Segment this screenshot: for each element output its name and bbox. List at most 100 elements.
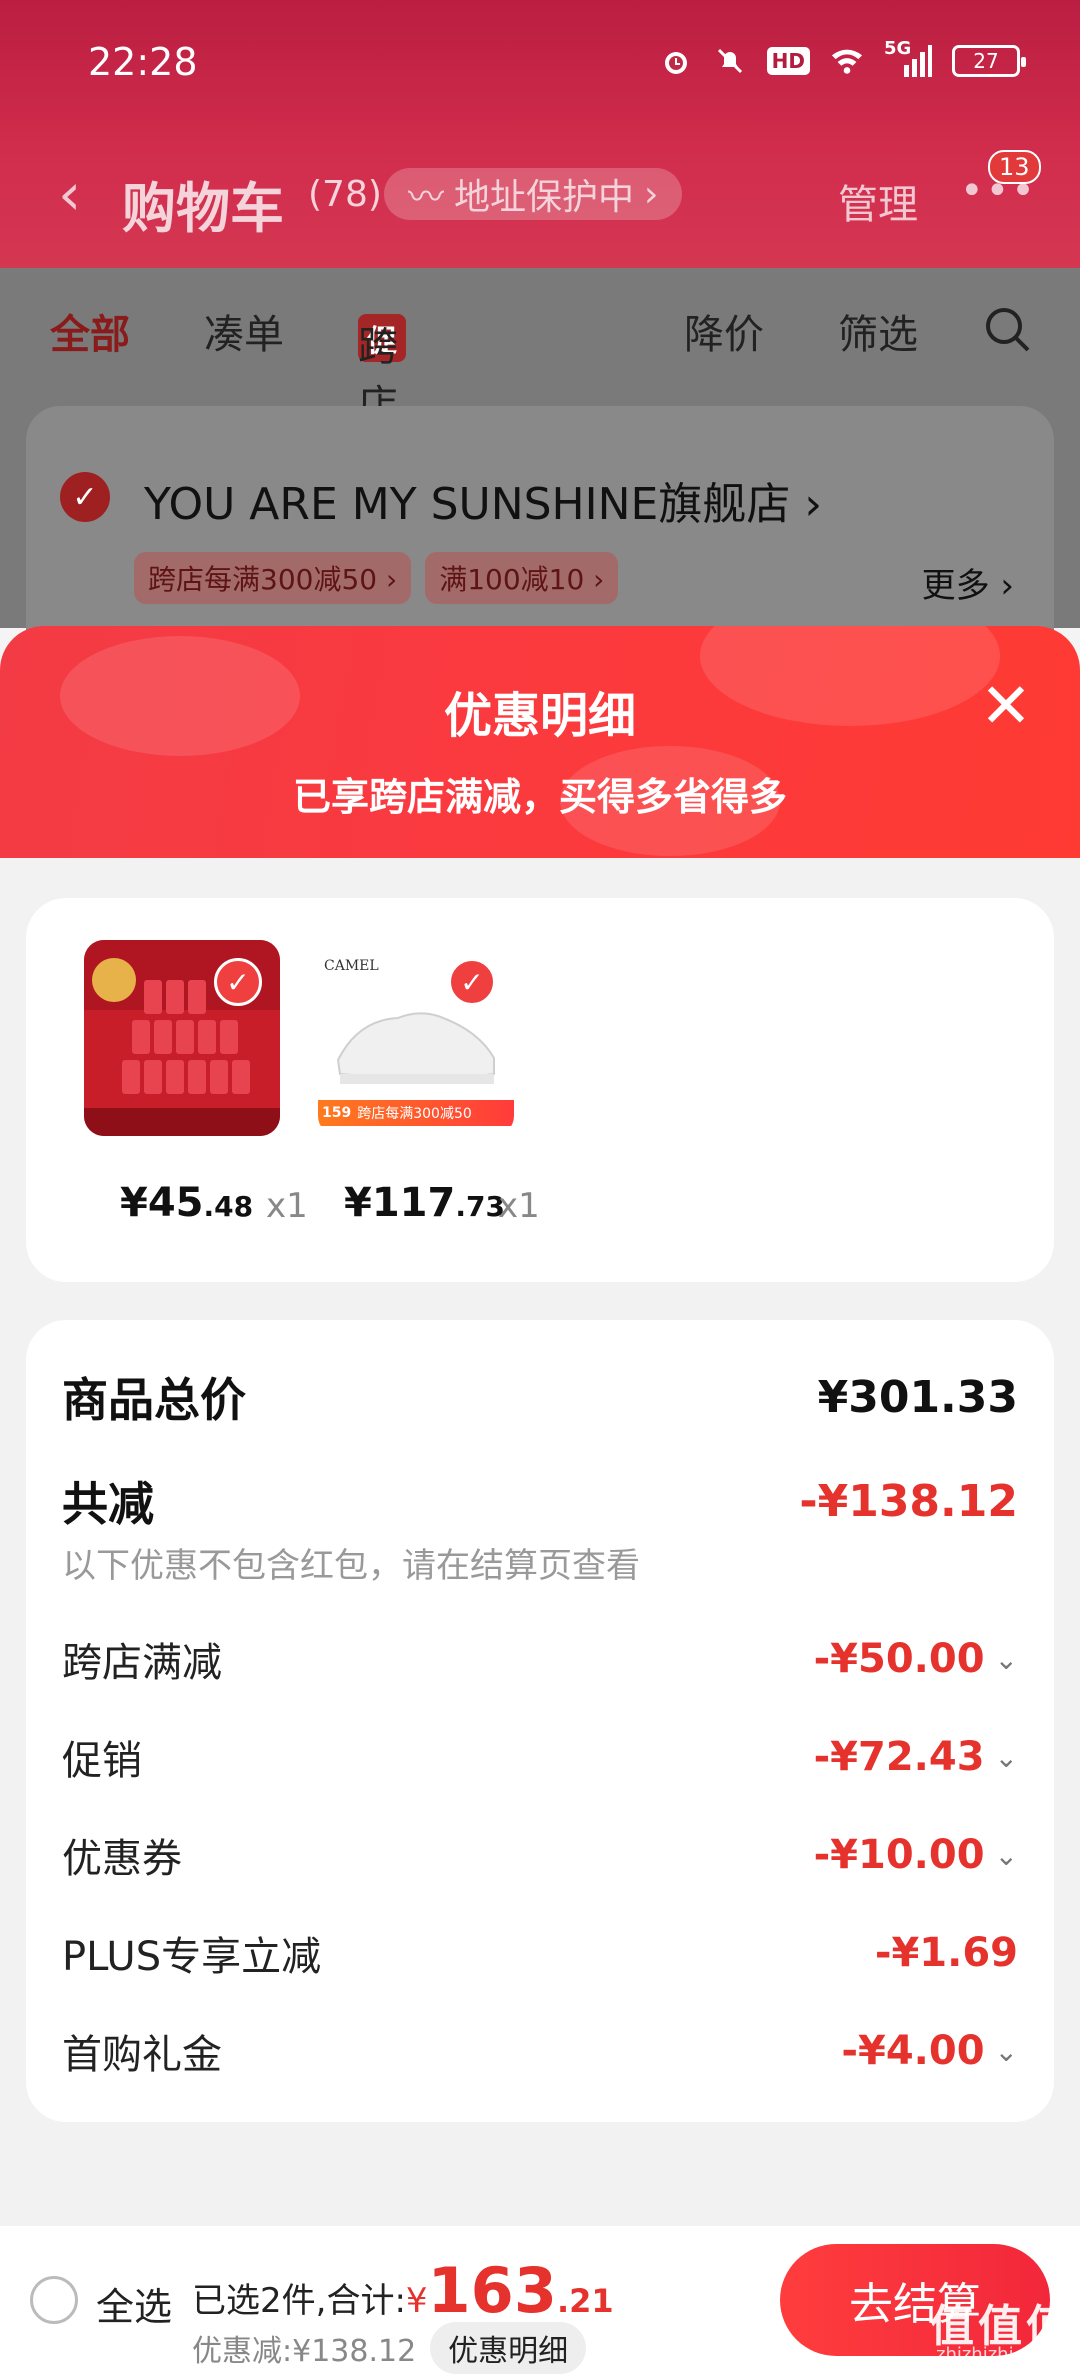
alarm-icon (659, 44, 693, 78)
address-protect-label: 地址保护中 (454, 177, 635, 218)
product-image-sneaker: CAMEL 159 跨店每满300减50 ✓ (318, 940, 514, 1136)
more-badge: 13 (988, 150, 1041, 184)
tab-filter[interactable]: 筛选 (838, 302, 918, 360)
tab-all[interactable]: 全部 (50, 302, 130, 360)
manage-button[interactable]: 管理 (838, 172, 918, 230)
product-promo-label: 跨店每满300减50 (357, 1106, 472, 1122)
selected-text: 已选2件,合计: (192, 2281, 406, 2321)
product-price-dec: .48 (203, 1190, 254, 1223)
discount-amount: -¥50.00 (813, 1636, 985, 1682)
product-promo-strip: 159 跨店每满300减50 (318, 1100, 514, 1126)
product-qty: x1 (266, 1186, 308, 1226)
store-checkbox-checked[interactable]: ✓ (60, 472, 110, 522)
product-check-icon[interactable]: ✓ (448, 958, 496, 1006)
product-price-int: ¥45 (120, 1180, 204, 1226)
discount-row-plus: PLUS专享立减 -¥1.69 (62, 1924, 1018, 1982)
nav-bar: ‹ 购物车 (78) 〰 地址保护中 › 管理 ••• 13 (0, 150, 1080, 240)
signal-5g-icon: 5G (884, 38, 932, 78)
saved-line: 优惠减:¥138.12 优惠明细 (192, 2322, 587, 2374)
select-all-checkbox[interactable] (30, 2276, 78, 2324)
total-dec: .21 (556, 2282, 614, 2320)
checkout-bar: 全选 已选2件,合计: ¥ 163 .21 优惠减:¥138.12 优惠明细 去… (0, 2226, 1080, 2376)
hd-icon: HD (766, 47, 810, 75)
store-tag[interactable]: 跨店每满300减50 › (134, 552, 412, 604)
chevron-down-icon: ⌄ (994, 1838, 1018, 1872)
store-more-label: 更多 (921, 566, 990, 606)
product-qty: x1 (498, 1186, 540, 1226)
tab-bundle[interactable]: 凑单 (204, 302, 284, 360)
product-promo-price: 159 (322, 1105, 352, 1121)
chevron-down-icon: ⌄ (994, 1642, 1018, 1676)
mute-bell-icon (713, 44, 747, 78)
discount-value: -¥4.00 ⌄ (841, 2028, 1018, 2074)
chevron-down-icon: ⌄ (994, 1740, 1018, 1774)
address-protect-pill[interactable]: 〰 地址保护中 › (384, 168, 683, 220)
discount-label: 促销 (62, 1738, 142, 1784)
page-title: 购物车 (122, 177, 284, 240)
cart-count: (78) (308, 174, 382, 215)
chevron-right-icon: › (644, 173, 659, 215)
sheet-subtitle: 已享跨店满减，买得多省得多 (292, 775, 787, 819)
product-item[interactable]: CAMEL 159 跨店每满300减50 ✓ ¥117.73 x1 (318, 940, 540, 1226)
discount-value: -¥10.00 ⌄ (814, 1832, 1018, 1878)
watermark-sub: zhizhizhi.com (936, 2344, 1058, 2365)
store-name[interactable]: YOU ARE MY SUNSHINE旗舰店 › (144, 468, 822, 532)
filter-tabs: 全部 凑单 促 跨店满减 降价 筛选 (0, 290, 1080, 544)
chevron-down-icon: ⌄ (994, 2034, 1018, 2068)
discount-amount: -¥1.69 (874, 1930, 1018, 1976)
store-tags: 跨店每满300减50 › 满100减10 › (134, 552, 619, 604)
network-label: 5G (884, 38, 912, 59)
status-bar: 22:28 HD 5G 27 (0, 0, 1080, 130)
discount-row-first-purchase[interactable]: 首购礼金 -¥4.00 ⌄ (62, 2022, 1018, 2080)
status-time: 22:28 (88, 40, 198, 84)
discount-amount: -¥72.43 (813, 1734, 985, 1780)
total-reduce-value: -¥138.12 (799, 1475, 1018, 1527)
discount-label: PLUS专享立减 (62, 1934, 322, 1980)
battery-icon: 27 (952, 45, 1026, 77)
total-currency: ¥ (405, 2281, 428, 2321)
store-tag-label: 满100减10 (439, 563, 585, 596)
discount-detail-button[interactable]: 优惠明细 (430, 2322, 587, 2374)
store-tag[interactable]: 满100减10 › (425, 552, 619, 604)
sheet-title: 优惠明细 (443, 688, 636, 744)
discount-amount: -¥4.00 (841, 2028, 985, 2074)
discount-value: -¥72.43 ⌄ (814, 1734, 1018, 1780)
product-item[interactable]: ✓ ¥45.48 x1 (84, 940, 308, 1226)
discount-label: 跨店满减 (62, 1640, 222, 1686)
discount-label: 首购礼金 (62, 2032, 222, 2078)
discount-row-cross-store[interactable]: 跨店满减 -¥50.00 ⌄ (62, 1630, 1018, 1688)
product-image-cola: ✓ (84, 940, 280, 1136)
product-check-icon[interactable]: ✓ (214, 958, 262, 1006)
search-icon[interactable] (984, 306, 1030, 352)
total-int: 163 (427, 2254, 557, 2327)
status-icons: HD 5G 27 (659, 38, 1026, 78)
select-all-label[interactable]: 全选 (96, 2276, 172, 2331)
discount-value: -¥1.69 (875, 1930, 1018, 1976)
wifi-icon (830, 44, 864, 78)
total-reduce-row: 共减 -¥138.12 (62, 1468, 1018, 1534)
discount-label: 优惠券 (62, 1836, 182, 1882)
product-price: ¥117.73 (344, 1180, 505, 1226)
total-reduce-label: 共减 (62, 1477, 154, 1531)
product-price-int: ¥117 (344, 1180, 456, 1226)
price-summary-card: 商品总价 ¥301.33 共减 -¥138.12 以下优惠不包含红包，请在结算页… (26, 1320, 1054, 2122)
products-card: ✓ ¥45.48 x1 CAMEL 159 跨店每满300减50 ✓ ¥117.… (26, 898, 1054, 1282)
back-chevron-icon[interactable]: ‹ (58, 160, 81, 228)
discount-sheet-header: 优惠明细 已享跨店满减，买得多省得多 ✕ (0, 626, 1080, 860)
total-price-row: 商品总价 ¥301.33 (62, 1364, 1018, 1430)
store-tag-label: 跨店每满300减50 (148, 563, 378, 596)
product-price: ¥45.48 (120, 1180, 253, 1226)
store-name-label: YOU ARE MY SUNSHINE旗舰店 (144, 479, 791, 530)
mask-icon: 〰 (408, 177, 445, 218)
discount-row-coupon[interactable]: 优惠券 -¥10.00 ⌄ (62, 1826, 1018, 1884)
saved-text: 优惠减:¥138.12 (192, 2334, 417, 2369)
total-price-label: 商品总价 (62, 1373, 246, 1427)
discount-note: 以下优惠不包含红包，请在结算页查看 (62, 1546, 640, 1586)
discount-value: -¥50.00 ⌄ (814, 1636, 1018, 1682)
total-price-value: ¥301.33 (817, 1371, 1018, 1423)
store-more-link[interactable]: 更多 › (922, 558, 1014, 607)
close-icon[interactable]: ✕ (978, 675, 1034, 737)
selected-total: 已选2件,合计: ¥ 163 .21 (192, 2254, 614, 2327)
discount-row-promotion[interactable]: 促销 -¥72.43 ⌄ (62, 1728, 1018, 1786)
tab-price-drop[interactable]: 降价 (684, 302, 764, 360)
